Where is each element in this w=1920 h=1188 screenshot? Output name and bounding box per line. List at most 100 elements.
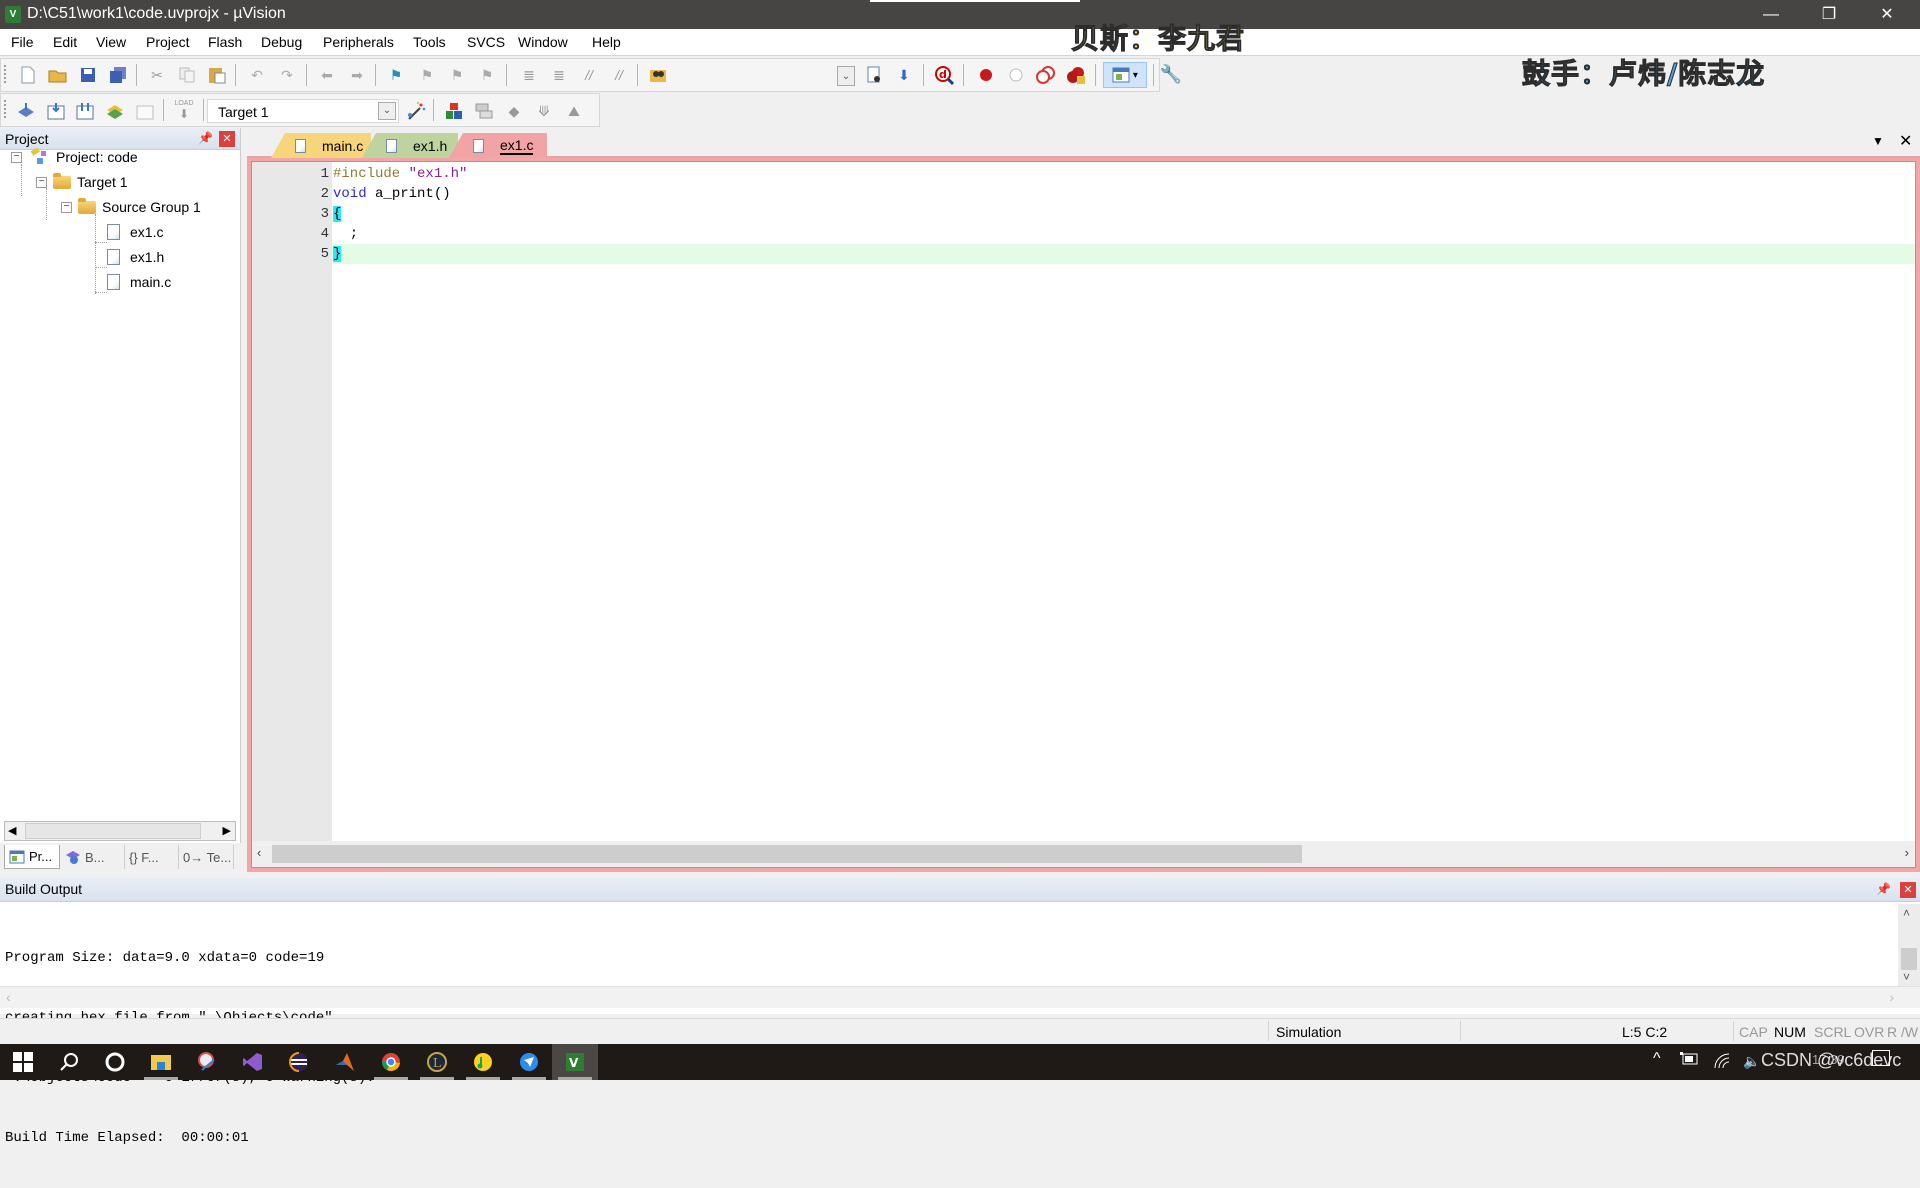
cut-icon[interactable]: ✂ [146,64,168,86]
editor-hscrollbar[interactable]: ‹ › [252,841,1915,867]
tree-item-file[interactable]: ex1.c [107,221,163,243]
indent-icon[interactable]: ≣ [518,64,540,86]
pin-icon[interactable]: 📌 [1876,882,1891,896]
taskbar-file-explorer[interactable] [138,1044,184,1080]
tab-books[interactable]: B... [64,845,119,869]
taskbar-chrome[interactable] [368,1044,414,1080]
clear-bookmarks-icon[interactable]: ⚑ [476,64,498,86]
save-all-icon[interactable] [107,64,129,86]
tab-main-c[interactable]: main.c [271,133,371,158]
project-hscrollbar[interactable]: ◀ ▶ [4,821,236,841]
clock[interactable]: 17:39 [1812,1052,1845,1067]
chevron-down-icon[interactable]: ⌄ [378,102,396,120]
collapse-icon[interactable]: − [36,176,47,188]
find-icon[interactable] [863,64,885,86]
find-in-files-icon[interactable] [647,64,669,86]
cortana-button[interactable] [92,1044,138,1080]
redo-icon[interactable]: ↷ [276,64,298,86]
scroll-down-icon[interactable]: ˅ [1903,970,1910,984]
current-line-highlight[interactable]: } [332,244,1915,264]
menu-view[interactable]: View [96,33,126,51]
rebuild-icon[interactable] [74,100,96,122]
toolbar-grip[interactable] [4,100,6,120]
menu-svcs[interactable]: SVCS [467,33,505,51]
code-line[interactable]: 1 #include "ex1.h" [252,164,1915,184]
wifi-icon[interactable] [1714,1053,1732,1072]
start-debug-icon[interactable]: d [933,64,955,86]
search-button[interactable] [46,1044,92,1080]
enable-breakpoint-icon[interactable] [1005,64,1027,86]
incremental-find-icon[interactable]: ⬇ [893,64,915,86]
close-tab-icon[interactable]: ✕ [1899,131,1912,151]
tree-item-file[interactable]: ex1.h [107,246,164,268]
new-file-icon[interactable] [17,64,39,86]
find-dropdown[interactable]: ⌄ [837,66,855,86]
scroll-thumb[interactable] [1901,948,1917,970]
stop-build-icon[interactable] [134,100,156,122]
minimize-button[interactable]: — [1742,0,1800,29]
taskbar-eclipse[interactable] [276,1044,322,1080]
show-hidden-icons[interactable]: ^ [1653,1050,1661,1068]
navigate-forward-icon[interactable]: ➡ [346,64,368,86]
comment-icon[interactable]: // [578,64,600,86]
window-layout-button[interactable]: ▾ [1103,62,1147,88]
code-line[interactable]: 2 void a_print() [252,184,1915,204]
tree-item-file[interactable]: main.c [107,271,171,293]
menu-flash[interactable]: Flash [208,33,242,51]
battery-icon[interactable] [1680,1052,1700,1069]
scroll-up-icon[interactable]: ˄ [1903,906,1910,920]
copy-icon[interactable] [176,64,198,86]
translate-icon[interactable] [15,100,37,122]
manage-runtime-icon[interactable]: ◆ [503,100,525,122]
taskbar-keil-uvision[interactable]: V [552,1044,598,1080]
download-icon[interactable]: LOAD ⬇ [173,99,195,121]
tree-item-source-group[interactable]: − Source Group 1 [61,196,201,218]
manage-components-icon[interactable] [443,100,465,122]
pack-download-icon[interactable]: ⛰ [563,100,585,122]
tab-templates[interactable]: 0→ Te... [178,845,234,869]
batch-build-icon[interactable] [104,100,126,122]
notifications-icon[interactable] [1872,1050,1890,1066]
scroll-left-icon[interactable]: ◀ [8,824,16,837]
restore-button[interactable]: ❐ [1800,0,1858,29]
code-line[interactable]: 3 { [252,204,1915,224]
target-select[interactable]: Target 1 ⌄ [207,99,399,123]
next-bookmark-icon[interactable]: ⚑ [446,64,468,86]
menu-window[interactable]: Window [518,33,568,51]
menu-project[interactable]: Project [146,33,190,51]
tab-project[interactable]: Pr... [4,845,60,869]
taskbar-league-of-legends[interactable]: L [414,1044,460,1080]
scroll-thumb[interactable] [272,845,1302,863]
select-packs-icon[interactable] [473,100,495,122]
pack-installer-icon[interactable]: ⟱ [533,100,555,122]
taskbar-snipping-tool[interactable] [184,1044,230,1080]
tree-item-project[interactable]: − Project: code [11,146,138,168]
kill-breakpoints-icon[interactable] [1065,64,1087,86]
paste-icon[interactable] [206,64,228,86]
taskbar-qq-music[interactable] [460,1044,506,1080]
close-panel-icon[interactable]: ✕ [1900,882,1916,898]
menu-help[interactable]: Help [592,33,621,51]
unindent-icon[interactable]: ≣ [548,64,570,86]
code-editor[interactable]: 1 #include "ex1.h" 2 void a_print() 3 { … [251,161,1916,868]
taskbar-matlab[interactable] [322,1044,368,1080]
code-line[interactable]: 4 ; [252,224,1915,244]
scroll-left-icon[interactable]: ‹ [257,845,261,860]
close-button[interactable]: ✕ [1858,0,1916,29]
configure-icon[interactable]: 🔧 [1160,63,1182,85]
uncomment-icon[interactable]: // [608,64,630,86]
scroll-thumb[interactable] [25,823,201,839]
scroll-left-icon[interactable]: ‹ [6,989,11,1005]
build-icon[interactable] [45,100,67,122]
output-hscrollbar[interactable]: ‹ › [0,986,1920,1008]
scroll-right-icon[interactable]: › [1905,845,1909,860]
undo-icon[interactable]: ↶ [246,64,268,86]
disable-breakpoints-icon[interactable] [1035,64,1057,86]
start-button[interactable] [0,1044,46,1080]
menu-file[interactable]: File [11,33,34,51]
menu-edit[interactable]: Edit [53,33,77,51]
collapse-icon[interactable]: − [61,201,72,213]
taskbar-visual-studio[interactable] [230,1044,276,1080]
taskbar-feishu[interactable] [506,1044,552,1080]
output-vscrollbar[interactable]: ˄ ˅ [1898,904,1920,986]
